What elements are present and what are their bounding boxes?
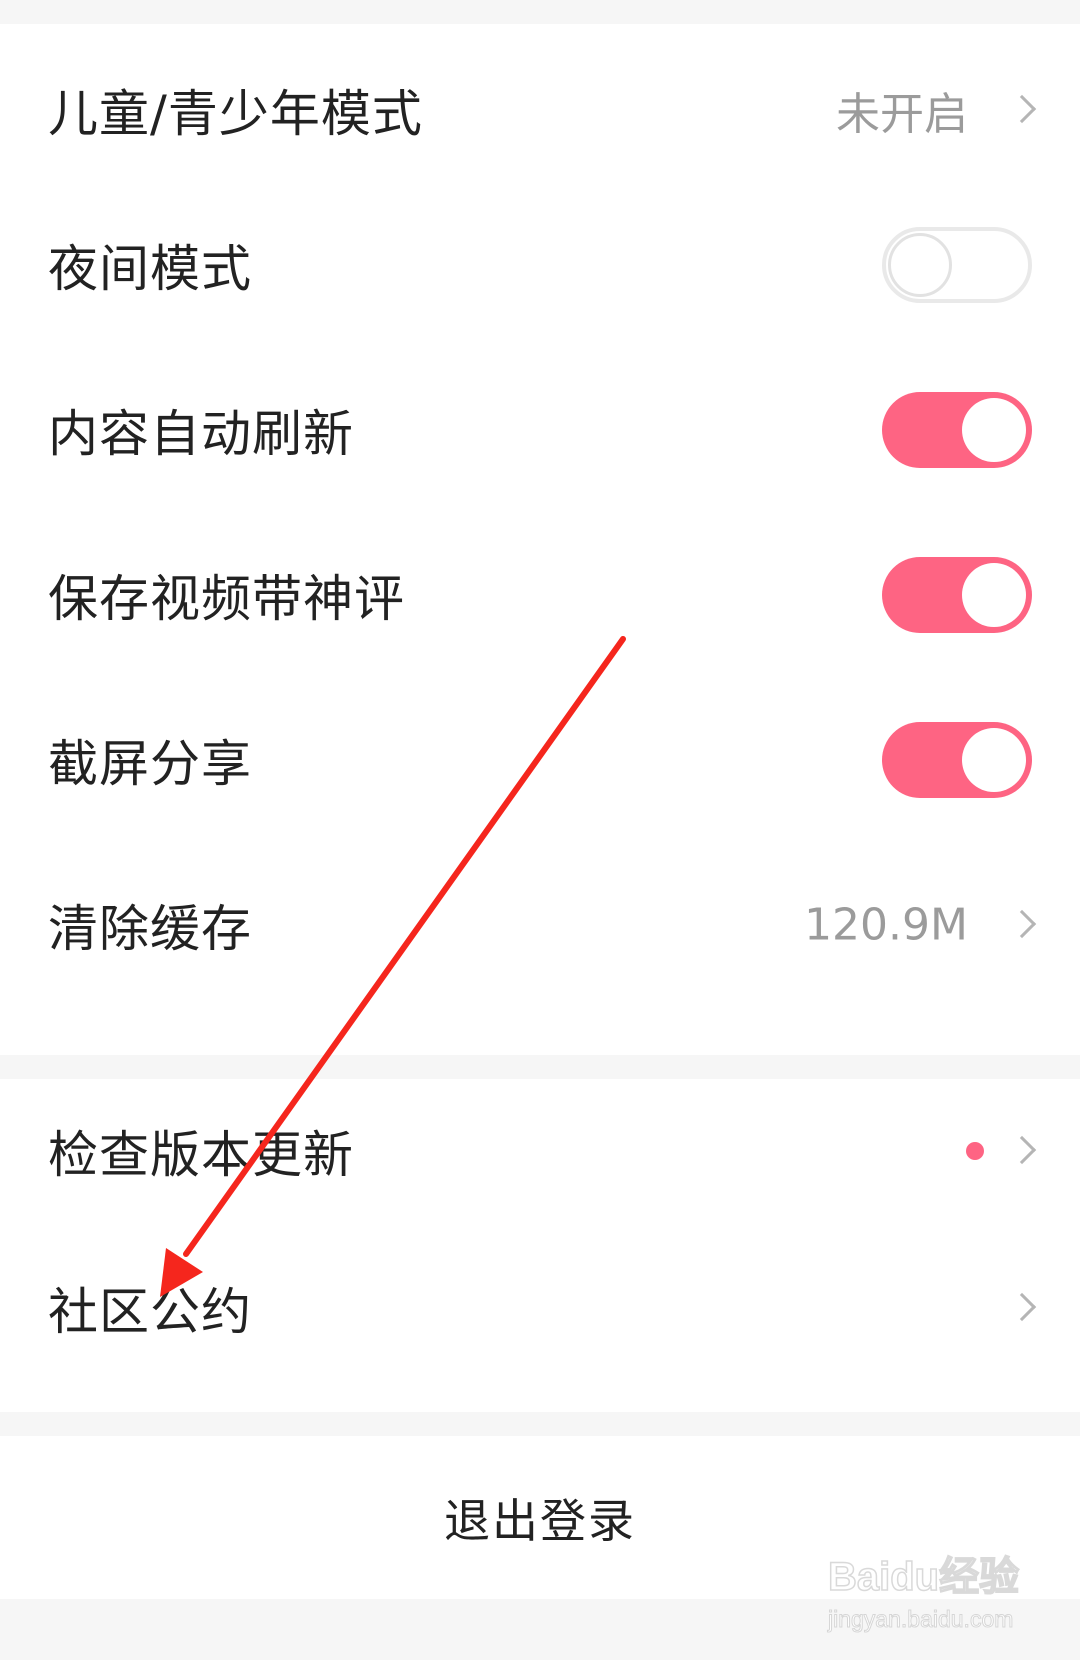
auto-refresh-label: 内容自动刷新	[48, 405, 354, 463]
check-update-label: 检查版本更新	[48, 1126, 354, 1184]
baidu-jingyan-logo: Baidu经验	[827, 1554, 1020, 1600]
save-video-comments-toggle[interactable]	[882, 557, 1032, 633]
screenshot-share-label: 截屏分享	[48, 735, 252, 793]
settings-group-about: 检查版本更新 社区公约	[0, 1079, 1080, 1412]
chevron-right-icon	[1007, 1292, 1037, 1322]
chevron-right-icon	[1007, 1135, 1037, 1165]
night-mode-row: 夜间模式	[0, 179, 1080, 351]
update-badge-dot	[966, 1142, 984, 1160]
chevron-right-icon	[1007, 909, 1037, 939]
check-update-row[interactable]: 检查版本更新	[0, 1065, 1080, 1237]
toggle-knob	[888, 233, 952, 297]
kids-mode-status: 未开启	[836, 89, 968, 140]
community-rules-row[interactable]: 社区公约	[0, 1222, 1080, 1394]
auto-refresh-toggle[interactable]	[882, 392, 1032, 468]
community-rules-label: 社区公约	[48, 1283, 252, 1341]
toggle-knob	[962, 398, 1026, 462]
auto-refresh-row: 内容自动刷新	[0, 344, 1080, 516]
kids-mode-row[interactable]: 儿童/青少年模式 未开启	[0, 24, 1080, 196]
cache-size-value: 120.9M	[804, 899, 968, 951]
watermark: Baidu经验 jingyan.baidu.com	[827, 1540, 1068, 1650]
kids-mode-label: 儿童/青少年模式	[48, 85, 423, 143]
chevron-right-icon	[1007, 94, 1037, 124]
watermark-url: jingyan.baidu.com	[827, 1606, 1014, 1633]
settings-group-preferences: 儿童/青少年模式 未开启 夜间模式 内容自动刷新 保存视频带神评 截屏分享 清除…	[0, 24, 1080, 1055]
screenshot-share-row: 截屏分享	[0, 674, 1080, 846]
toggle-knob	[962, 563, 1026, 627]
clear-cache-label: 清除缓存	[48, 900, 252, 958]
night-mode-toggle[interactable]	[882, 227, 1032, 303]
night-mode-label: 夜间模式	[48, 240, 252, 298]
save-video-comments-label: 保存视频带神评	[48, 570, 405, 628]
toggle-knob	[962, 728, 1026, 792]
clear-cache-row[interactable]: 清除缓存 120.9M	[0, 839, 1080, 1011]
save-video-comments-row: 保存视频带神评	[0, 509, 1080, 681]
screenshot-share-toggle[interactable]	[882, 722, 1032, 798]
